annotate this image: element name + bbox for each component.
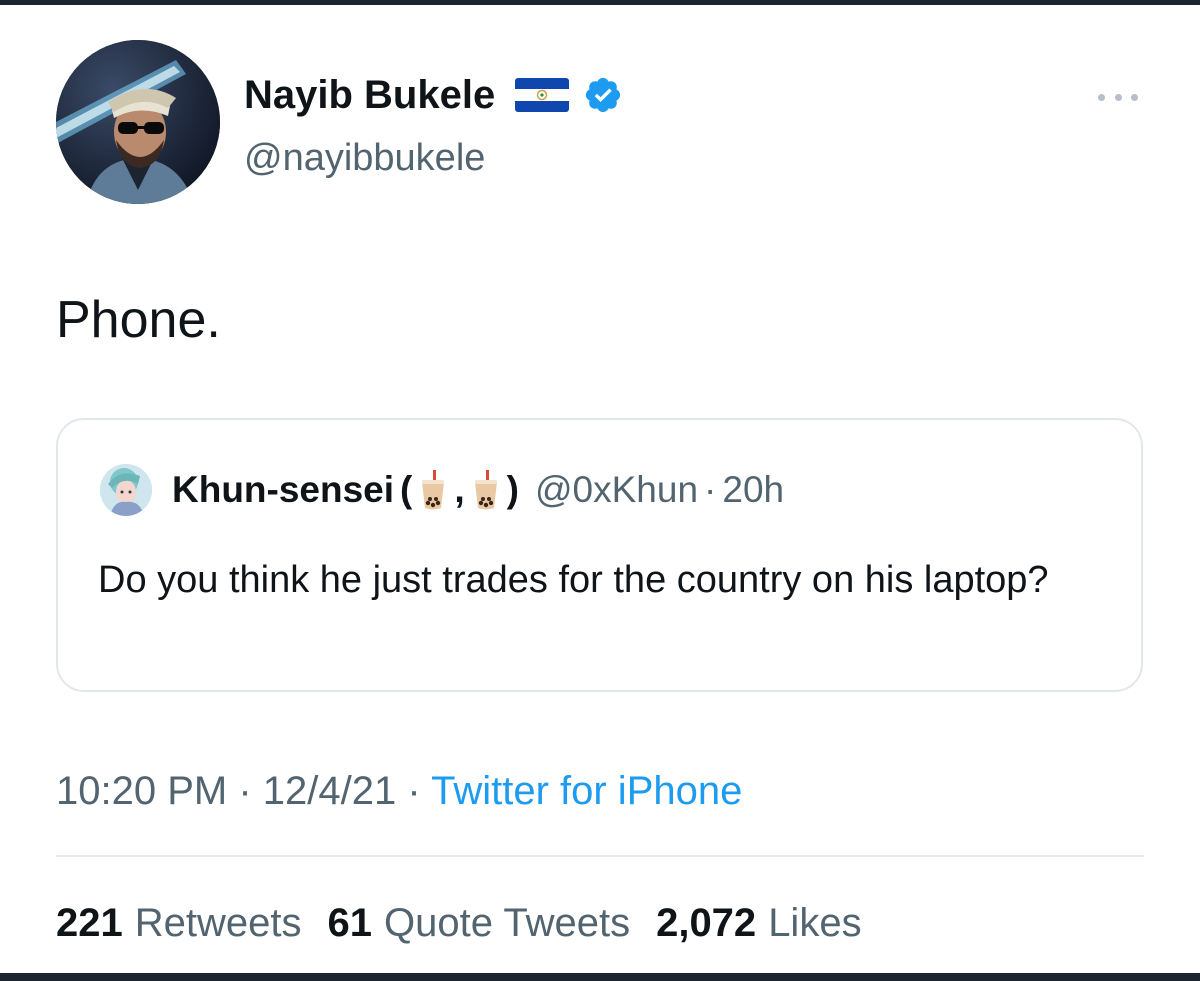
more-dot bbox=[1098, 93, 1105, 101]
more-dot bbox=[1131, 93, 1138, 101]
likes-stat[interactable]: 2,072 Likes bbox=[656, 899, 862, 947]
tweet-source-link[interactable]: Twitter for iPhone bbox=[431, 769, 742, 813]
retweets-stat[interactable]: 221 Retweets bbox=[56, 899, 302, 947]
author-display-name[interactable]: Nayib Bukele bbox=[244, 71, 495, 119]
quote-tweets-stat[interactable]: 61 Quote Tweets bbox=[328, 899, 631, 947]
quoted-dot-separator: · bbox=[704, 469, 717, 510]
quoted-author-handle[interactable]: @0xKhun bbox=[535, 468, 698, 512]
quoted-name-paren-open: ( bbox=[400, 469, 413, 510]
quoted-author-name[interactable]: Khun-sensei bbox=[172, 468, 394, 512]
tweet-date[interactable]: 12/4/21 bbox=[263, 769, 396, 813]
tweet-time[interactable]: 10:20 PM bbox=[56, 769, 227, 813]
quoted-author-avatar[interactable] bbox=[100, 464, 152, 516]
quoted-tweet-card[interactable]: Khun-sensei ( ,) @0xKhun · 20h Do you t… bbox=[56, 418, 1143, 692]
author-handle[interactable]: @nayibbukele bbox=[244, 135, 485, 181]
bottom-edge bbox=[0, 973, 1200, 981]
more-dot bbox=[1114, 93, 1122, 101]
retweets-label: Retweets bbox=[134, 901, 302, 945]
likes-count: 2,072 bbox=[656, 901, 757, 945]
more-options-icon[interactable] bbox=[1092, 85, 1144, 109]
tweet-text: Phone. bbox=[56, 291, 221, 349]
tweet-meta: 10:20 PM · 12/4/21 · Twitter for iPhone bbox=[56, 767, 742, 815]
quote-tweets-label: Quote Tweets bbox=[384, 901, 631, 945]
quoted-name-separator: , bbox=[454, 469, 465, 510]
meta-dot-separator: · bbox=[238, 769, 252, 813]
retweets-count: 221 bbox=[56, 901, 123, 945]
quoted-tweet-header: Khun-sensei ( ,) @0xKhun · 20h bbox=[100, 464, 784, 516]
meta-dot-separator: · bbox=[407, 769, 421, 813]
bubble-tea-icon bbox=[422, 470, 445, 510]
likes-label: Likes bbox=[768, 901, 862, 945]
bubble-tea-icon bbox=[474, 470, 497, 510]
quote-tweets-count: 61 bbox=[327, 901, 373, 945]
verified-badge-icon bbox=[586, 77, 621, 113]
author-name-row[interactable]: Nayib Bukele bbox=[244, 71, 623, 119]
author-avatar[interactable] bbox=[56, 40, 220, 204]
el-salvador-flag-icon bbox=[515, 78, 570, 112]
stats-divider bbox=[56, 855, 1144, 857]
quoted-name-paren-close: ) bbox=[506, 469, 519, 510]
quoted-timestamp[interactable]: 20h bbox=[722, 468, 784, 512]
quoted-tweet-text: Do you think he just trades for the coun… bbox=[98, 559, 1049, 601]
tweet-detail: Nayib Bukele @nayibbukele Phone. Khun-se… bbox=[0, 5, 1200, 973]
tweet-stats: 221 Retweets 61 Quote Tweets 2,072 Likes bbox=[56, 899, 862, 947]
